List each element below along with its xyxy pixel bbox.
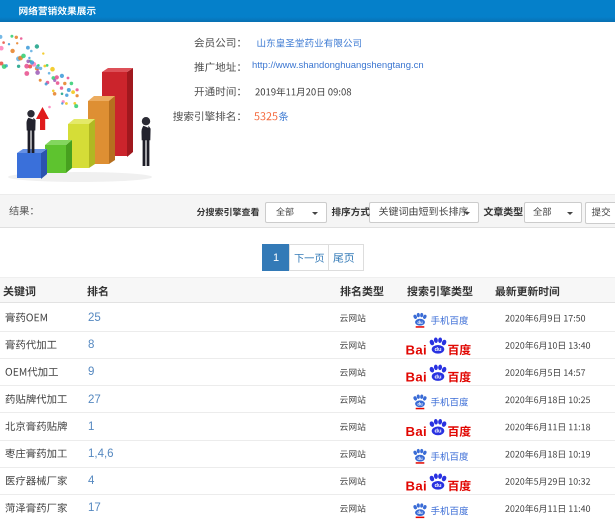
svg-text:du: du	[434, 483, 442, 489]
svg-text:du: du	[417, 401, 423, 406]
svg-text:du: du	[417, 456, 423, 461]
svg-text:du: du	[434, 374, 442, 380]
svg-text:Bai: Bai	[406, 343, 427, 358]
svg-text:du: du	[417, 320, 423, 325]
svg-text:du: du	[434, 347, 442, 353]
svg-text:Bai: Bai	[406, 424, 427, 439]
svg-text:du: du	[434, 429, 442, 435]
svg-text:Bai: Bai	[406, 479, 427, 494]
svg-text:du: du	[417, 510, 423, 515]
svg-text:Bai: Bai	[406, 370, 427, 385]
